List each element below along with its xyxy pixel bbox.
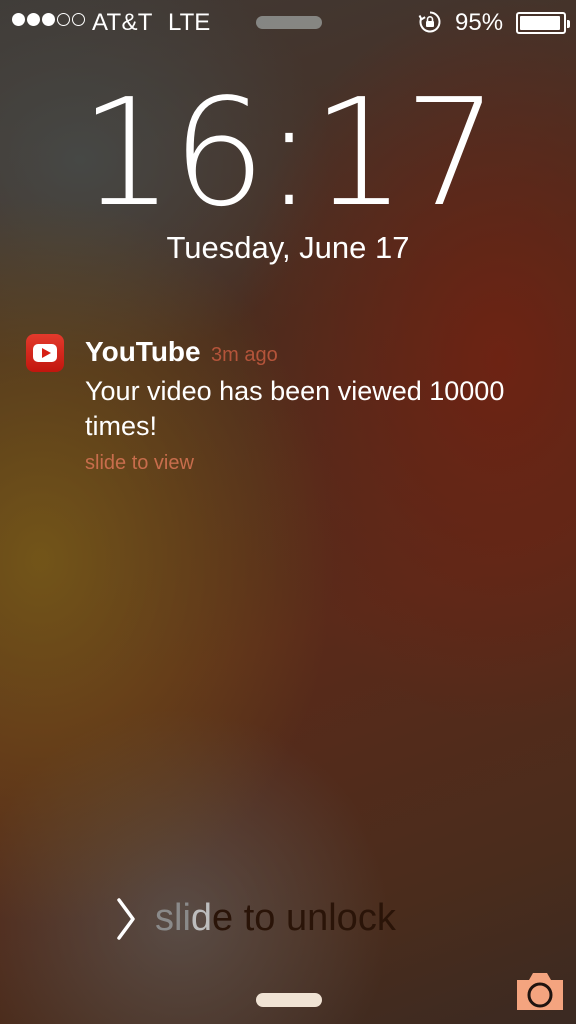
notification-time: 3m ago: [211, 344, 278, 366]
notification-action[interactable]: slide to view: [85, 452, 194, 475]
signal-dot: [27, 13, 40, 26]
signal-dot: [72, 13, 85, 26]
notification-app-name: YouTube: [85, 336, 201, 367]
chevron-right-icon[interactable]: [114, 896, 138, 942]
lock-screen-date: Tuesday, June 17: [166, 230, 410, 265]
youtube-play-triangle: [42, 348, 51, 358]
control-center-grabber[interactable]: [256, 993, 322, 1007]
camera-icon[interactable]: [514, 970, 566, 1012]
rotation-lock-icon: [418, 11, 441, 33]
signal-strength-indicator: [12, 13, 85, 26]
unlock-label-dim: sli: [155, 897, 191, 939]
notification-message: Your video has been viewed 10000 times!: [85, 376, 505, 441]
signal-dot: [57, 13, 70, 26]
battery-percentage: 95%: [455, 9, 504, 36]
unlock-label-rest: e to unlock: [212, 897, 396, 939]
battery-nub: [567, 20, 570, 28]
signal-dot: [12, 13, 25, 26]
slide-to-unlock[interactable]: slide to unlock: [155, 897, 396, 940]
carrier-name: AT&T: [92, 9, 153, 36]
battery-level-fill: [520, 16, 560, 30]
youtube-icon: [26, 334, 64, 372]
signal-dot: [42, 13, 55, 26]
notification-center-grabber[interactable]: [256, 16, 322, 29]
network-type: LTE: [168, 9, 211, 36]
battery-icon: [516, 12, 570, 34]
unlock-label-shine: d: [190, 897, 213, 939]
status-bar: AT&T LTE 95%: [0, 0, 576, 44]
notification-youtube[interactable]: YouTube 3m ago Your video has been viewe…: [26, 332, 556, 482]
lock-screen-time: 16:17: [79, 67, 499, 239]
